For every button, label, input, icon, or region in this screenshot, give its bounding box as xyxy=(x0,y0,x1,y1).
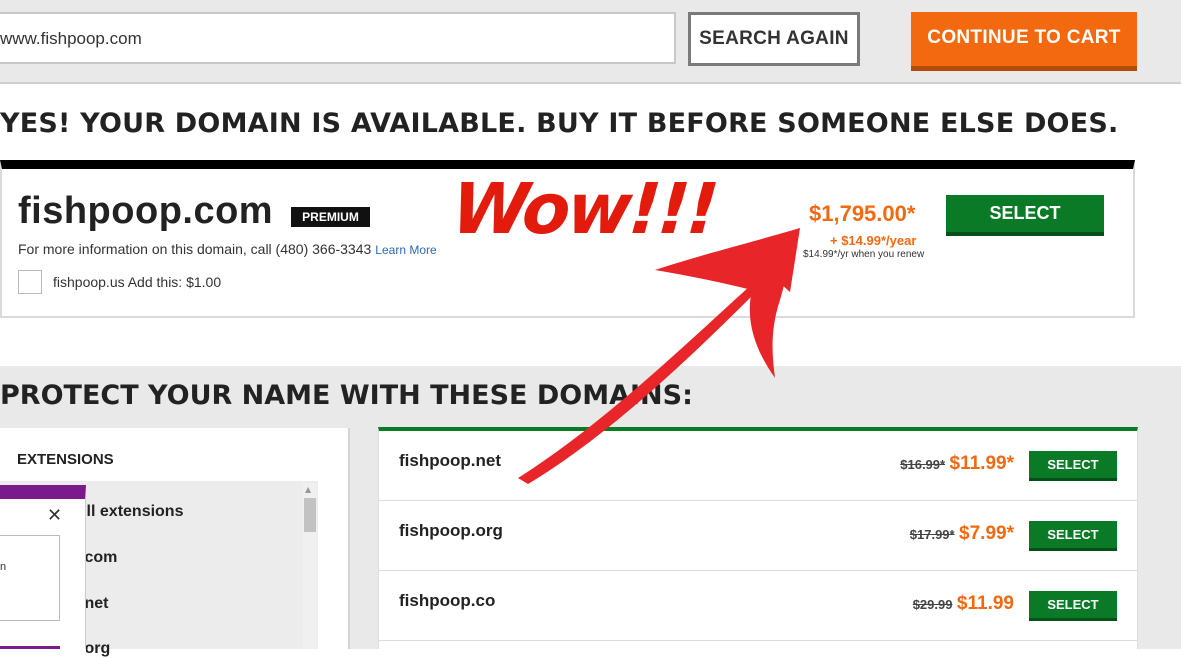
search-input-value: www.fishpoop.com xyxy=(0,29,142,48)
result-domain-co: fishpoop.co xyxy=(399,591,496,610)
select-button-net[interactable]: SELECT xyxy=(1029,451,1117,478)
renewal-price: + $14.99*/year xyxy=(830,233,917,248)
new-price: $11.99* xyxy=(949,453,1014,474)
result-price-co: $29.99 $11.99 xyxy=(913,593,1014,615)
result-domain-net: fishpoop.net xyxy=(399,451,501,470)
extensions-header: EXTENSIONS xyxy=(17,451,114,468)
domain-info-text: For more information on this domain, cal… xyxy=(18,241,437,257)
new-price: $7.99* xyxy=(959,523,1014,544)
old-price: $29.99 xyxy=(912,597,953,612)
protect-title: PROTECT YOUR NAME WITH THESE DOMAINS: xyxy=(0,380,693,411)
learn-more-link[interactable]: Learn More xyxy=(375,243,436,257)
old-price: $16.99* xyxy=(900,457,946,472)
renewal-note: $14.99*/yr when you renew xyxy=(803,249,925,260)
popup-content-box xyxy=(0,535,60,621)
domain-info-line: For more information on this domain, cal… xyxy=(18,241,372,257)
close-icon[interactable]: ✕ xyxy=(47,505,62,526)
search-again-button[interactable]: SEARCH AGAIN xyxy=(688,12,860,66)
featured-price: $1,795.00* xyxy=(809,201,916,226)
result-price-net: $16.99* $11.99* xyxy=(900,453,1014,475)
row-divider xyxy=(379,640,1137,641)
row-divider xyxy=(379,500,1137,501)
domain-search-input[interactable]: www.fishpoop.com xyxy=(0,12,676,64)
scroll-thumb[interactable] xyxy=(304,498,316,532)
result-price-org: $17.99* $7.99* xyxy=(910,523,1014,545)
scroll-up-icon[interactable]: ▲ xyxy=(305,485,311,494)
row-divider xyxy=(379,570,1137,571)
featured-domain-name: fishpoop.com xyxy=(18,190,274,232)
continue-to-cart-button[interactable]: CONTINUE TO CART xyxy=(911,12,1137,66)
select-button-org[interactable]: SELECT xyxy=(1029,521,1117,548)
result-domain-org: fishpoop.org xyxy=(399,521,503,540)
new-price: $11.99 xyxy=(956,593,1014,614)
featured-select-button[interactable]: SELECT xyxy=(946,195,1104,232)
wow-annotation: Wow!!! xyxy=(449,168,719,250)
availability-headline: YES! YOUR DOMAIN IS AVAILABLE. BUY IT BE… xyxy=(0,108,1119,139)
premium-badge: PREMIUM xyxy=(291,207,370,227)
old-price: $17.99* xyxy=(909,527,955,542)
addon-checkbox[interactable] xyxy=(18,270,42,294)
select-button-co[interactable]: SELECT xyxy=(1029,591,1117,618)
addon-label: fishpoop.us Add this: $1.00 xyxy=(53,274,222,290)
popup-text: n xyxy=(0,561,7,573)
extension-item-all[interactable]: All extensions xyxy=(86,503,183,521)
